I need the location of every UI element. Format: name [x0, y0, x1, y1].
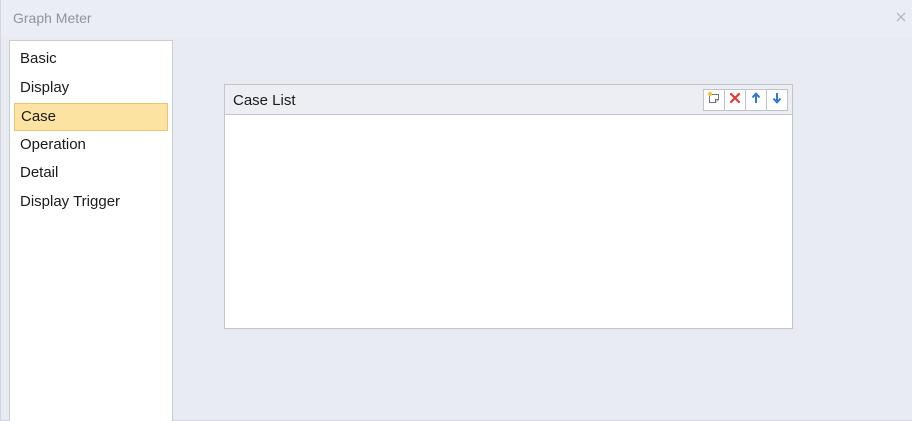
close-icon[interactable]: [893, 9, 909, 25]
window-title: Graph Meter: [13, 10, 92, 26]
sidebar-item-case[interactable]: Case: [14, 103, 168, 131]
new-document-icon: [706, 90, 722, 111]
case-list-toolbar: [703, 89, 788, 111]
title-bar: Graph Meter: [1, 0, 912, 38]
case-list-header: Case List: [225, 85, 792, 115]
move-down-button[interactable]: [766, 89, 788, 111]
graph-meter-dialog: Graph Meter Basic Display Case Operation…: [0, 0, 912, 421]
case-list-body[interactable]: [225, 115, 792, 328]
delete-case-button[interactable]: [724, 89, 746, 111]
add-case-button[interactable]: [703, 89, 725, 111]
sidebar-item-display-trigger[interactable]: Display Trigger: [14, 188, 168, 216]
move-up-button[interactable]: [745, 89, 767, 111]
sidebar-item-operation[interactable]: Operation: [14, 131, 168, 159]
arrow-up-icon: [748, 90, 764, 111]
red-x-icon: [727, 90, 743, 111]
sidebar-item-display[interactable]: Display: [14, 74, 168, 102]
case-list-title: Case List: [233, 92, 296, 109]
category-sidebar: Basic Display Case Operation Detail Disp…: [9, 40, 173, 421]
sidebar-item-detail[interactable]: Detail: [14, 159, 168, 187]
sidebar-item-basic[interactable]: Basic: [14, 45, 168, 73]
arrow-down-icon: [769, 90, 785, 111]
case-list-panel: Case List: [224, 84, 793, 329]
